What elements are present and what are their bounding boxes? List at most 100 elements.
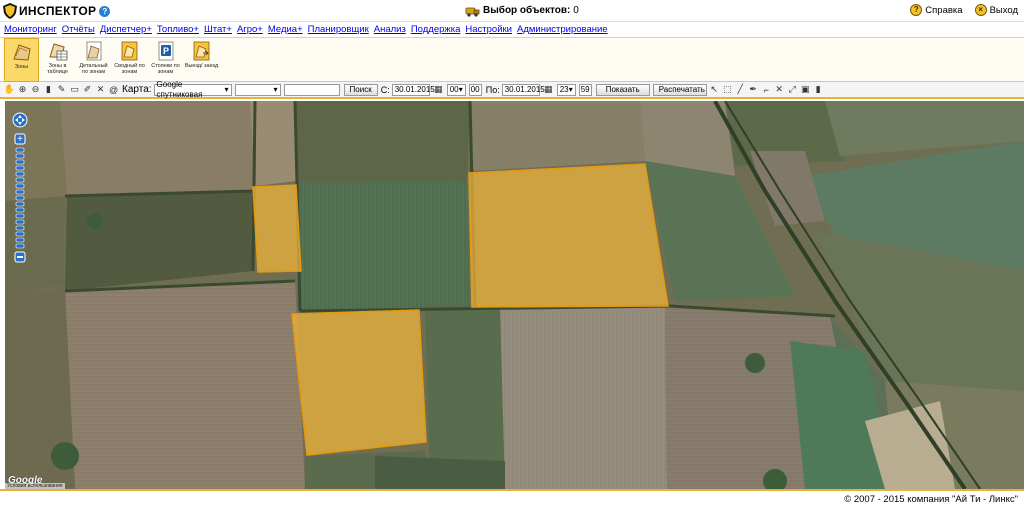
- object-selector-label: Выбор объектов:: [483, 5, 571, 16]
- exit-button[interactable]: × Выход: [974, 4, 1018, 16]
- chevron-down-icon: ▾: [224, 84, 229, 94]
- to-date-field[interactable]: 30.01.2015: [501, 83, 545, 96]
- map-type-value: Google спутниковая: [156, 79, 203, 99]
- menu-administration[interactable]: Администрирование: [517, 24, 608, 35]
- menu-fuel[interactable]: Топливо+: [157, 24, 199, 35]
- help-button[interactable]: ? Справка: [910, 4, 963, 16]
- exit-label: Выход: [989, 4, 1018, 16]
- save-icon[interactable]: ▣: [801, 84, 810, 95]
- rectangle-select-icon[interactable]: ▭: [70, 84, 79, 95]
- help-question-icon[interactable]: ?: [99, 5, 111, 17]
- ribbon-label: Сводный по зонам: [114, 63, 145, 75]
- zone-polygon[interactable]: [252, 184, 302, 273]
- hand-icon[interactable]: ✋: [4, 84, 15, 95]
- ribbon-parking[interactable]: P Стоянки по зонам: [148, 38, 183, 82]
- map-canvas[interactable]: [5, 101, 1024, 489]
- ribbon-label: Зоны в таблице: [47, 63, 68, 75]
- zone-polygon[interactable]: [468, 163, 669, 308]
- zones-icon: [12, 44, 31, 61]
- parking-icon: P: [158, 41, 173, 61]
- calendar-icon[interactable]: ▦: [544, 84, 553, 95]
- map-type-select[interactable]: Google спутниковая ▾: [153, 80, 232, 99]
- app-header: ИНСПЕКТОР ? Выбор объектов: 0 ? Справка …: [0, 0, 1024, 22]
- logo-text: ИНСПЕКТОР: [19, 4, 97, 18]
- object-selector[interactable]: Выбор объектов: 0: [465, 4, 579, 17]
- fit-icon[interactable]: ⤢: [788, 84, 797, 95]
- select-box-icon[interactable]: ⬚: [723, 84, 732, 95]
- zoom-out-icon[interactable]: ⊖: [31, 84, 40, 95]
- from-hour-select[interactable]: 00 ▾: [446, 83, 466, 96]
- summary-report-icon: [121, 41, 137, 61]
- zones-table-icon: [48, 43, 67, 61]
- menu-monitoring[interactable]: Мониторинг: [4, 24, 57, 35]
- zone-polygon[interactable]: [291, 309, 427, 456]
- ribbon-detailed-report[interactable]: Детальный по зонам: [76, 38, 111, 82]
- pencil-icon[interactable]: ✎: [57, 84, 66, 95]
- polyline-tool-icon[interactable]: ⌐: [762, 84, 771, 95]
- shield-logo-icon: [3, 3, 17, 19]
- ribbon-toolbar: Зоны Зоны в таблице Детальный по зонам С…: [0, 37, 1024, 82]
- svg-text:+: +: [17, 134, 23, 145]
- svg-text:P: P: [162, 46, 168, 56]
- menu-analysis[interactable]: Анализ: [374, 24, 406, 35]
- main-menu: Мониторинг Отчёты Диспетчер+ Топливо+ Шт…: [0, 22, 1024, 37]
- menu-staff[interactable]: Штат+: [204, 24, 232, 35]
- pointer-icon[interactable]: ↖: [710, 84, 719, 95]
- ruler-vertical-icon[interactable]: ▮: [814, 84, 823, 95]
- menu-reports[interactable]: Отчёты: [62, 24, 95, 35]
- chevron-down-icon: ▾: [458, 84, 463, 94]
- line-tool-icon[interactable]: ╱: [736, 84, 745, 95]
- map-label: Карта:: [122, 84, 152, 95]
- to-hour-value: 23: [559, 84, 569, 94]
- calendar-icon[interactable]: ▦: [434, 84, 443, 95]
- menu-support[interactable]: Поддержка: [411, 24, 461, 35]
- ribbon-label: Зоны: [14, 64, 29, 70]
- delete-icon[interactable]: ✕: [96, 84, 105, 95]
- ruler-icon[interactable]: ▮: [44, 84, 53, 95]
- satellite-map[interactable]: + Google Условия использования: [5, 101, 1024, 489]
- help-label: Справка: [925, 4, 963, 16]
- ribbon-label: Выезд/ заезд: [184, 63, 219, 69]
- ribbon-label: Детальный по зонам: [79, 63, 108, 75]
- entry-exit-icon: [193, 41, 209, 61]
- map-toolbar: ✋ ⊕ ⊖ ▮ ✎ ▭ ✐ ✕ @ Карта: Google спутнико…: [0, 80, 1024, 99]
- from-min-field[interactable]: 00: [468, 83, 482, 96]
- show-button[interactable]: Показать: [595, 83, 650, 96]
- ribbon-zones-table[interactable]: Зоны в таблице: [40, 38, 75, 82]
- zoom-in-icon[interactable]: ⊕: [18, 84, 27, 95]
- ribbon-summary-report[interactable]: Сводный по зонам: [112, 38, 147, 82]
- menu-media[interactable]: Медиа+: [268, 24, 303, 35]
- search-input[interactable]: [283, 83, 340, 96]
- from-date-field[interactable]: 30.01.2015: [391, 83, 435, 96]
- footer: © 2007 - 2015 компания "Ай Ти - Линкс": [0, 489, 1024, 507]
- detailed-report-icon: [86, 41, 101, 61]
- pen-tool-icon[interactable]: ✒: [749, 84, 758, 95]
- menu-settings[interactable]: Настройки: [465, 24, 512, 35]
- to-label: По:: [485, 84, 500, 95]
- ribbon-entry-exit[interactable]: Выезд/ заезд: [184, 38, 219, 82]
- ribbon-label: Стоянки по зонам: [151, 63, 180, 75]
- edit-icon[interactable]: ✐: [83, 84, 92, 95]
- to-min-field[interactable]: 59: [578, 83, 592, 96]
- menu-planner[interactable]: Планировщик: [308, 24, 369, 35]
- zoom-slider[interactable]: +: [12, 112, 28, 272]
- from-label: С:: [380, 84, 390, 95]
- menu-dispatcher[interactable]: Диспетчер+: [100, 24, 152, 35]
- chevron-down-icon: ▾: [568, 84, 573, 94]
- to-hour-select[interactable]: 23 ▾: [556, 83, 576, 96]
- menu-agro[interactable]: Агро+: [237, 24, 263, 35]
- ribbon-zones[interactable]: Зоны: [4, 38, 39, 82]
- clear-icon[interactable]: ✕: [775, 84, 784, 95]
- from-hour-value: 00: [449, 84, 459, 94]
- object-count: 0: [573, 5, 579, 16]
- print-button[interactable]: Распечатать: [652, 83, 707, 96]
- question-circle-icon: ?: [910, 4, 923, 16]
- at-sign-icon[interactable]: @: [109, 84, 118, 95]
- search-button[interactable]: Поиск: [343, 83, 378, 96]
- copyright-text: © 2007 - 2015 компания "Ай Ти - Линкс": [844, 494, 1018, 505]
- layer-select[interactable]: ▾: [234, 83, 281, 96]
- chevron-down-icon: ▾: [273, 84, 278, 94]
- vehicles-icon: [465, 7, 480, 17]
- logo[interactable]: ИНСПЕКТОР ?: [3, 3, 111, 19]
- close-circle-icon: ×: [974, 4, 987, 16]
